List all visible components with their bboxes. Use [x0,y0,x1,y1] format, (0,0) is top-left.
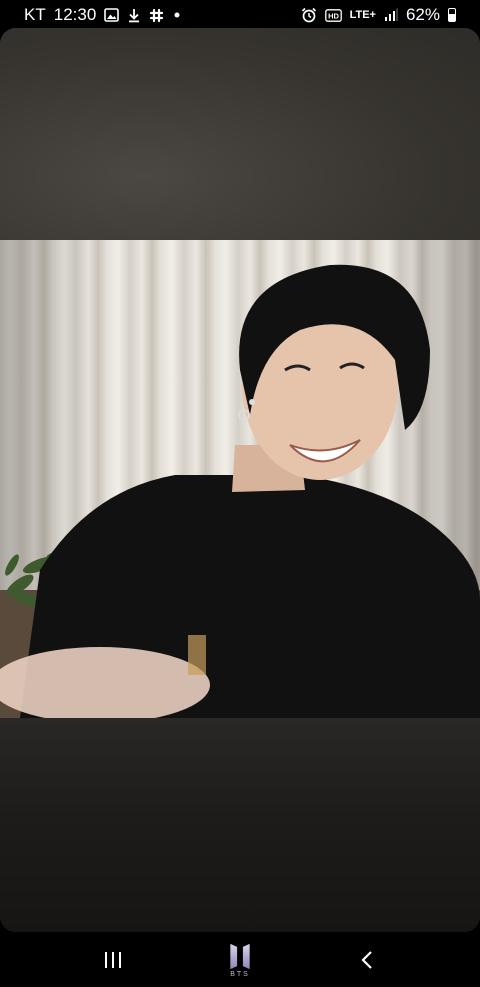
hd-icon: HD [324,8,342,22]
recents-icon [105,951,121,968]
clock-time: 12:30 [53,5,97,24]
back-icon [361,950,372,969]
status-bar: KT 12:30 HD LTE+ 62% [0,0,480,30]
slack-icon [149,8,164,23]
download-icon [127,8,141,23]
home-button[interactable]: BTS [222,942,258,978]
video-blur-top [0,28,480,240]
video-blur-bottom [0,718,480,932]
back-button[interactable] [349,942,385,978]
image-icon [104,8,120,22]
lte-icon: LTE+ [349,9,376,21]
recents-button[interactable] [95,942,131,978]
video-still[interactable] [0,240,480,718]
signal-icon [384,8,398,22]
bts-logo-icon [230,943,250,969]
status-bar-right: HD LTE+ 62% [301,5,456,25]
battery-percent: 62% [405,5,440,24]
bts-label: BTS [230,970,250,978]
person [0,264,480,718]
dot-icon [172,10,182,20]
battery-level [449,13,455,21]
carrier-label: KT [24,5,46,24]
battery-icon [448,8,456,22]
navigation-bar: BTS [0,932,480,987]
video-frame[interactable] [0,28,480,932]
status-bar-left: KT 12:30 [24,5,182,25]
alarm-icon [301,7,317,23]
svg-text:HD: HD [328,11,339,20]
